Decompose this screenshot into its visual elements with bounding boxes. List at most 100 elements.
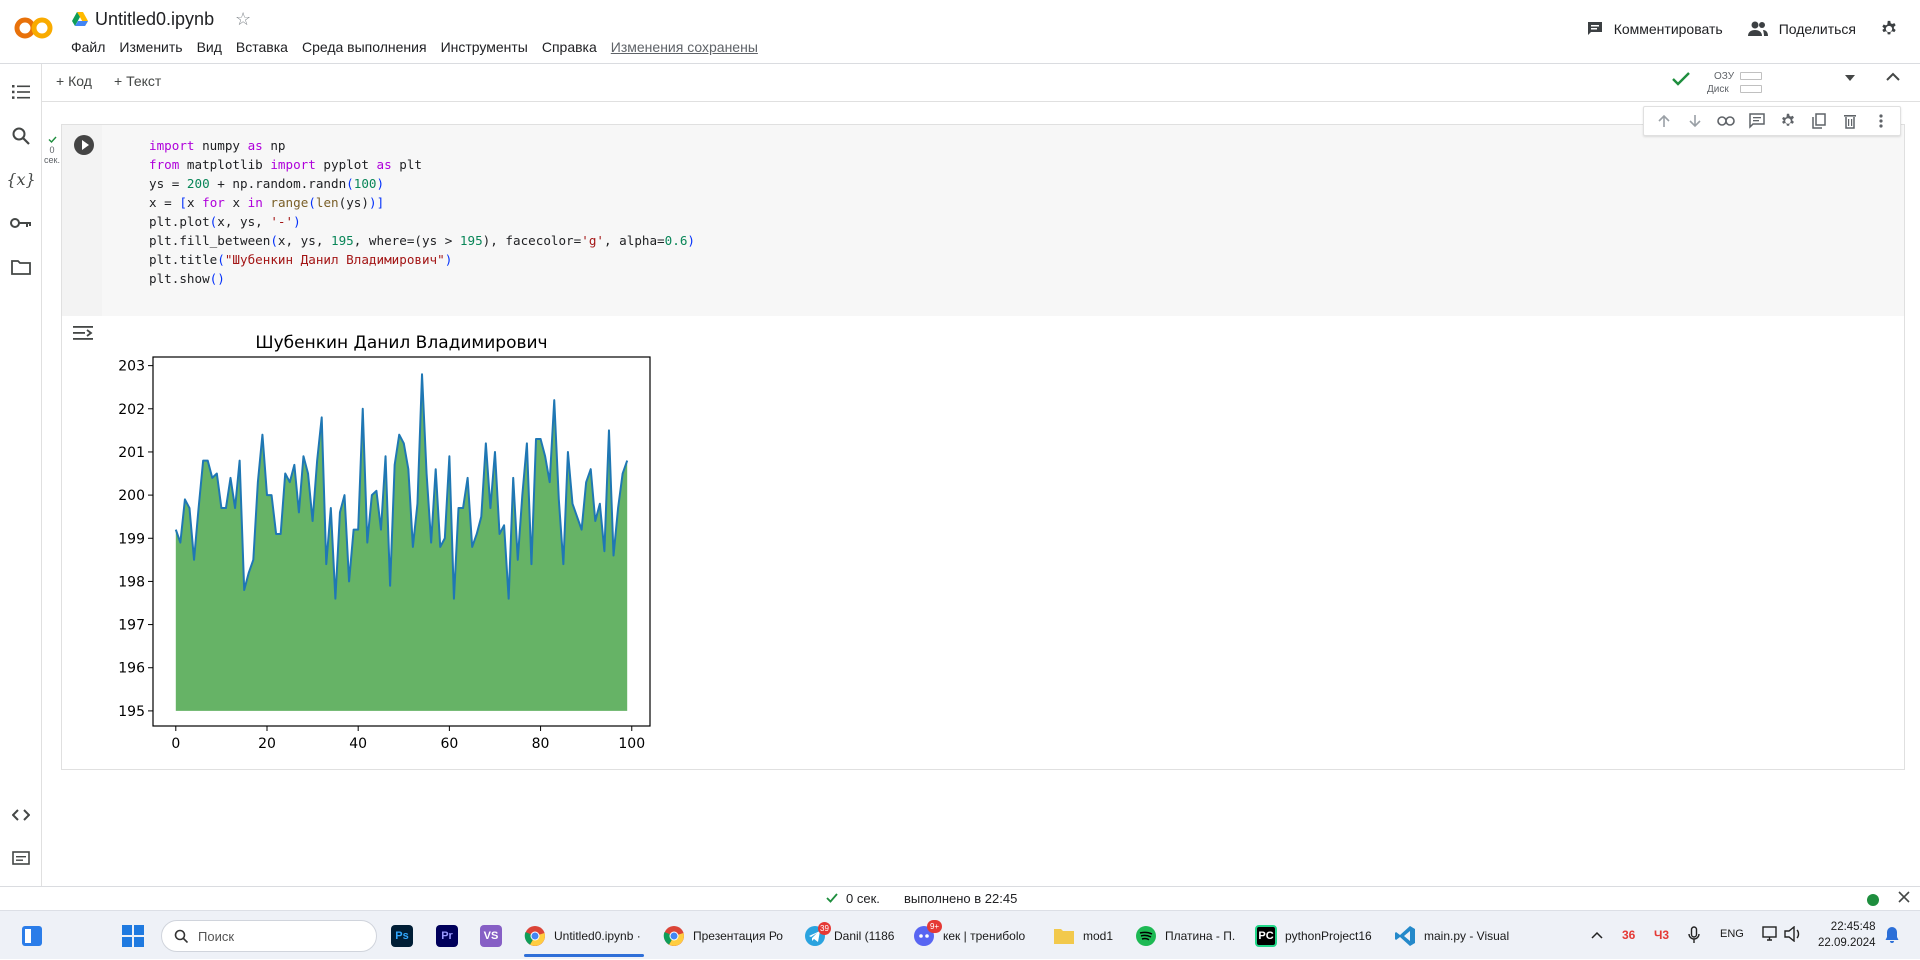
executed-check-icon bbox=[48, 136, 57, 144]
disk-bar bbox=[1740, 85, 1762, 93]
search-icon[interactable] bbox=[10, 125, 32, 147]
comment-button[interactable]: Комментировать bbox=[1586, 20, 1723, 38]
taskbar-clock[interactable]: 22:45:48 22.09.2024 bbox=[1818, 919, 1876, 951]
code-editor[interactable]: import numpy as np from matplotlib import… bbox=[102, 125, 1904, 316]
mirror-cell-icon[interactable] bbox=[1808, 110, 1830, 132]
add-code-button[interactable]: + Код bbox=[56, 73, 92, 89]
start-windows-icon[interactable] bbox=[122, 911, 144, 960]
menu-help[interactable]: Справка bbox=[542, 39, 597, 55]
taskbar-app-label: Платина - П. bbox=[1165, 928, 1236, 943]
run-cell-button[interactable] bbox=[74, 135, 94, 155]
runtime-dropdown-icon[interactable] bbox=[1844, 74, 1856, 82]
collapse-header-icon[interactable] bbox=[1886, 72, 1900, 82]
tray-ch[interactable]: Ч3 bbox=[1654, 928, 1669, 942]
clock-time: 22:45:48 bbox=[1830, 921, 1876, 933]
taskbar-spotify[interactable]: Платина - П. bbox=[1135, 911, 1235, 960]
status-check-icon bbox=[826, 893, 838, 903]
pycharm-icon: PC bbox=[1255, 924, 1277, 947]
code-line: plt.plot(x, ys, '-') bbox=[149, 214, 301, 229]
secrets-key-icon[interactable] bbox=[10, 212, 32, 234]
disk-label: Диск bbox=[1707, 84, 1729, 95]
share-button[interactable]: Поделиться bbox=[1747, 21, 1856, 37]
y-tick-label: 197 bbox=[118, 618, 145, 634]
taskbar-chrome-colab[interactable]: Untitled0.ipynb · bbox=[524, 911, 644, 960]
search-placeholder: Поиск bbox=[198, 928, 235, 944]
star-icon[interactable]: ☆ bbox=[235, 9, 251, 30]
folder-icon bbox=[1054, 928, 1074, 944]
menu-tools[interactable]: Инструменты bbox=[441, 39, 528, 55]
spotify-icon bbox=[1136, 925, 1156, 946]
close-status-icon[interactable] bbox=[1897, 890, 1911, 904]
y-tick-label: 198 bbox=[118, 574, 145, 590]
y-tick-label: 199 bbox=[118, 531, 145, 547]
tray-language[interactable]: ENG bbox=[1720, 928, 1744, 940]
chart-title: Шубенкин Данил Владимирович bbox=[255, 333, 547, 353]
menu-insert[interactable]: Вставка bbox=[236, 39, 288, 55]
photoshop-app-icon[interactable]: Ps bbox=[391, 911, 413, 960]
taskbar-app-label: Untitled0.ipynb · bbox=[554, 928, 641, 943]
notification-bell-icon[interactable] bbox=[1885, 926, 1899, 944]
table-of-contents-icon[interactable] bbox=[10, 81, 32, 103]
menu-runtime[interactable]: Среда выполнения bbox=[302, 39, 427, 55]
execution-indicator: 0 сек. bbox=[42, 135, 62, 165]
files-folder-icon[interactable] bbox=[10, 256, 32, 278]
header: Untitled0.ipynb ☆ Файл Изменить Вид Вста… bbox=[0, 0, 1920, 64]
delete-trash-icon[interactable] bbox=[1839, 110, 1861, 132]
execution-unit: сек. bbox=[44, 155, 60, 165]
settings-gear-icon[interactable] bbox=[1880, 20, 1898, 38]
connected-check-icon bbox=[1672, 72, 1690, 86]
menu-view[interactable]: Вид bbox=[197, 39, 222, 55]
saved-status-link[interactable]: Изменения сохранены bbox=[611, 39, 758, 55]
code-line: plt.fill_between(x, ys, 195, where=(ys >… bbox=[149, 233, 695, 248]
taskbar-app-label: Презентация Ро bbox=[693, 928, 783, 943]
taskbar-app-label: mod1 bbox=[1083, 928, 1114, 943]
more-vert-icon[interactable] bbox=[1870, 110, 1892, 132]
status-bar: 0 сек. выполнено в 22:45 bbox=[0, 886, 1920, 910]
taskbar-app-label: Danil (1186 bbox=[834, 928, 895, 943]
premiere-app-icon[interactable]: Pr bbox=[436, 911, 458, 960]
visual-studio-app-icon[interactable]: VS bbox=[480, 911, 502, 960]
tray-temp[interactable]: 36 bbox=[1622, 928, 1635, 942]
windows-taskbar: Поиск Ps Pr VS Untitled0.ipynb · Презент… bbox=[0, 910, 1920, 959]
taskbar-chrome-presentation[interactable]: Презентация Ро bbox=[663, 911, 783, 960]
taskbar-app-label: pythonProject16 bbox=[1285, 928, 1372, 943]
taskbar-search-box[interactable]: Поиск bbox=[161, 920, 377, 952]
active-indicator bbox=[524, 954, 644, 957]
comment-cell-icon[interactable] bbox=[1746, 110, 1768, 132]
variables-icon[interactable]: {x} bbox=[6, 168, 35, 190]
code-text[interactable]: import numpy as np from matplotlib import… bbox=[149, 136, 695, 288]
taskbar-pycharm[interactable]: PC pythonProject16 bbox=[1255, 911, 1372, 960]
tray-chevron-up-icon[interactable] bbox=[1591, 931, 1603, 939]
terminal-icon[interactable] bbox=[10, 847, 32, 869]
output-actions-icon[interactable] bbox=[72, 323, 94, 343]
x-tick-label: 100 bbox=[618, 736, 645, 752]
code-line: plt.show() bbox=[149, 271, 225, 286]
notebook-title[interactable]: Untitled0.ipynb bbox=[95, 9, 214, 30]
taskbar-explorer-mod1[interactable]: mod1 bbox=[1053, 911, 1113, 960]
discord-badge: 9+ bbox=[927, 920, 942, 933]
cell-settings-gear-icon[interactable] bbox=[1777, 110, 1799, 132]
add-text-button[interactable]: + Текст bbox=[114, 73, 161, 89]
resource-monitor[interactable]: ОЗУ Диск bbox=[1672, 68, 1832, 98]
ram-label: ОЗУ bbox=[1714, 71, 1735, 82]
microphone-icon[interactable] bbox=[1688, 926, 1700, 944]
taskbar-discord[interactable]: 9+ кек | тренибоlo bbox=[913, 911, 1025, 960]
code-snippets-icon[interactable] bbox=[10, 804, 32, 826]
y-tick-label: 202 bbox=[118, 402, 145, 418]
taskbar-vscode[interactable]: main.py - Visual bbox=[1394, 911, 1509, 960]
x-tick-label: 0 bbox=[171, 736, 180, 752]
taskbar-telegram[interactable]: 39 Danil (1186 bbox=[804, 911, 894, 960]
menu-file[interactable]: Файл bbox=[71, 39, 105, 55]
code-line: from matplotlib import pyplot as plt bbox=[149, 157, 423, 172]
notebook-toolbar: + Код + Текст ОЗУ Диск bbox=[42, 64, 1920, 102]
move-down-icon[interactable] bbox=[1684, 110, 1706, 132]
link-icon[interactable] bbox=[1715, 110, 1737, 132]
widgets-icon[interactable] bbox=[20, 911, 44, 960]
network-icon[interactable] bbox=[1762, 926, 1780, 942]
code-line: ys = 200 + np.random.randn(100) bbox=[149, 176, 385, 191]
menu-edit[interactable]: Изменить bbox=[119, 39, 182, 55]
move-up-icon[interactable] bbox=[1653, 110, 1675, 132]
colab-logo-icon[interactable] bbox=[14, 16, 54, 40]
volume-icon[interactable] bbox=[1784, 926, 1802, 942]
google-drive-icon bbox=[72, 12, 88, 26]
